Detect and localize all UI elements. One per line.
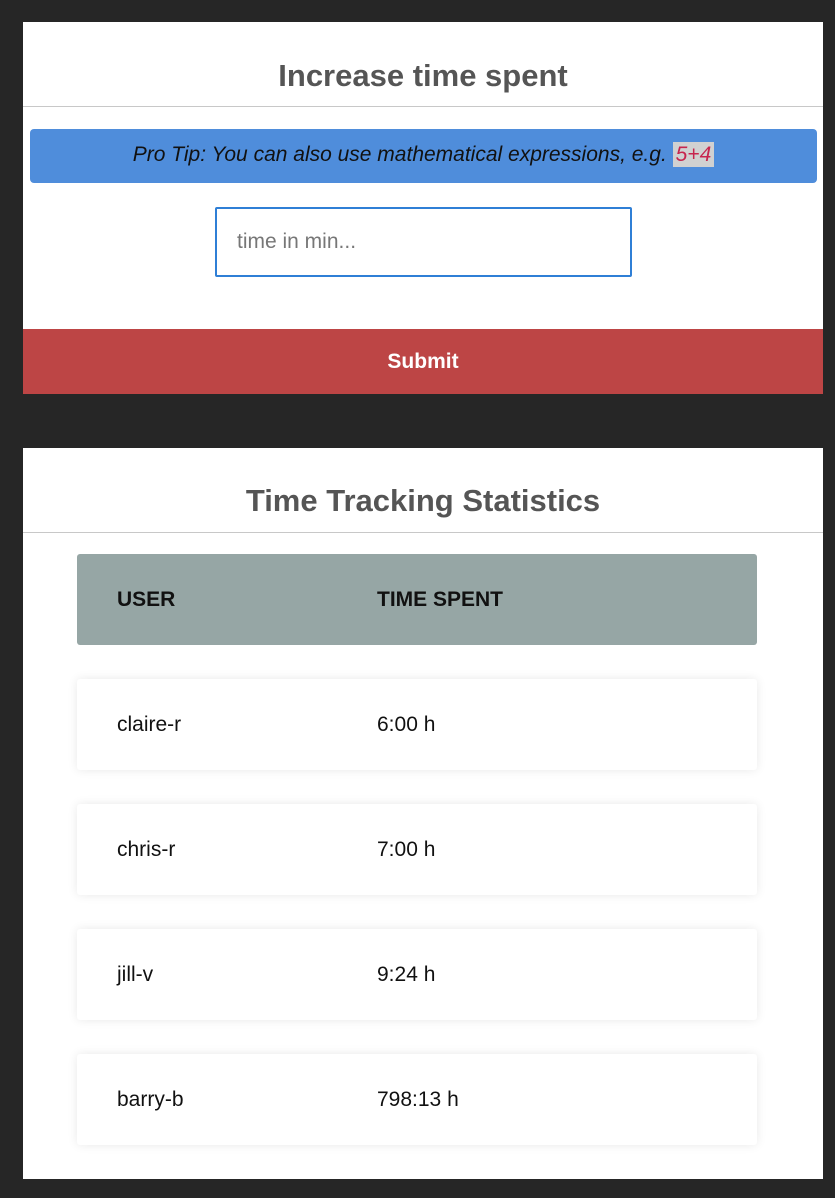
table-row: jill-v 9:24 h: [77, 929, 757, 1020]
pro-tip-banner: Pro Tip: You can also use mathematical e…: [30, 129, 817, 183]
panel-title: Increase time spent: [278, 58, 568, 93]
submit-button[interactable]: Submit: [23, 329, 823, 394]
increase-time-panel: Increase time spent Pro Tip: You can als…: [23, 22, 823, 394]
table-row: barry-b 798:13 h: [77, 1054, 757, 1145]
user-cell: claire-r: [117, 712, 182, 736]
title-divider: [23, 532, 823, 533]
table-header: USER TIME SPENT: [77, 554, 757, 645]
time-tracking-statistics-panel: Time Tracking Statistics USER TIME SPENT…: [23, 448, 823, 1179]
user-cell: chris-r: [117, 837, 176, 861]
time-spent-cell: 9:24 h: [377, 962, 436, 986]
column-header-user: USER: [117, 587, 176, 611]
pro-tip-example: 5+4: [672, 142, 715, 167]
time-spent-cell: 6:00 h: [377, 712, 436, 736]
time-spent-cell: 7:00 h: [377, 837, 436, 861]
time-input[interactable]: [215, 207, 632, 277]
title-divider: [23, 106, 823, 107]
pro-tip-text: Pro Tip: You can also use mathematical e…: [132, 143, 667, 166]
user-cell: jill-v: [117, 962, 154, 986]
table-row: chris-r 7:00 h: [77, 804, 757, 895]
user-cell: barry-b: [117, 1087, 184, 1111]
statistics-table: USER TIME SPENT claire-r 6:00 h chris-r …: [77, 554, 757, 1145]
table-row: claire-r 6:00 h: [77, 679, 757, 770]
panel-title: Time Tracking Statistics: [245, 483, 601, 518]
time-spent-cell: 798:13 h: [377, 1087, 459, 1111]
column-header-time-spent: TIME SPENT: [377, 587, 504, 611]
